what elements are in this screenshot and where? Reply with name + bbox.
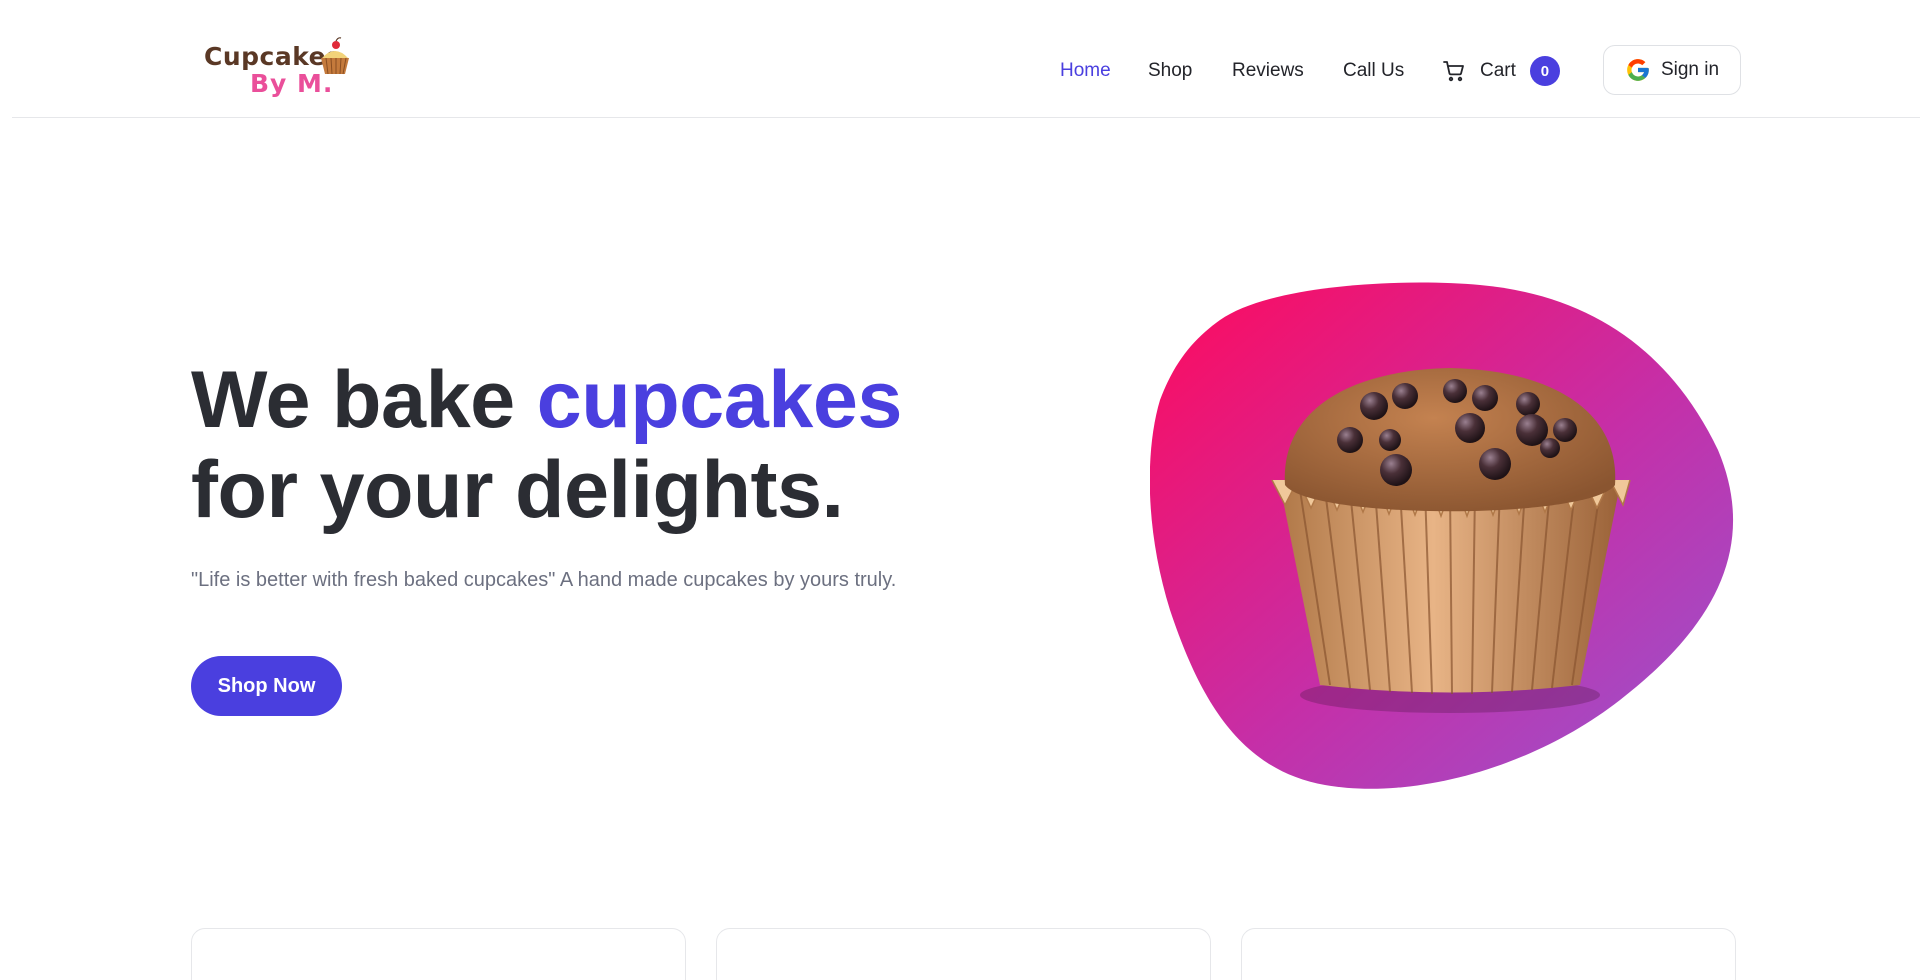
hero-title-accent: cupcakes — [536, 355, 903, 445]
site-header: Cupcakes By M. Home Shop Reviews Call Us… — [12, 0, 1920, 118]
cupcake-logo-icon — [321, 37, 349, 75]
brand-logo[interactable]: Cupcakes By M. — [192, 36, 372, 106]
hero-cupcake-illustration — [1150, 282, 1733, 789]
cart-icon — [1443, 61, 1464, 82]
google-icon — [1627, 59, 1649, 81]
cart-button[interactable]: Cart 0 — [1442, 56, 1560, 86]
nav-call-us[interactable]: Call Us — [1343, 56, 1404, 86]
hero-title-part1: We bake — [191, 355, 537, 445]
feature-card-3 — [1241, 928, 1736, 980]
nav-shop[interactable]: Shop — [1148, 56, 1192, 86]
hero-title: We bake cupcakes for your delights. — [191, 355, 991, 535]
cart-count-badge: 0 — [1529, 56, 1560, 86]
nav-home[interactable]: Home — [1060, 56, 1111, 86]
cart-label: Cart — [1480, 60, 1516, 81]
shop-now-button[interactable]: Shop Now — [191, 656, 342, 716]
google-signin-button[interactable]: Sign in — [1603, 45, 1741, 95]
feature-card-1 — [191, 928, 686, 980]
nav-reviews[interactable]: Reviews — [1232, 56, 1304, 86]
hero-subtitle: "Life is better with fresh baked cupcake… — [191, 569, 897, 591]
signin-label: Sign in — [1660, 59, 1720, 80]
hero-title-part2: for your delights. — [191, 445, 844, 535]
feature-card-2 — [716, 928, 1211, 980]
